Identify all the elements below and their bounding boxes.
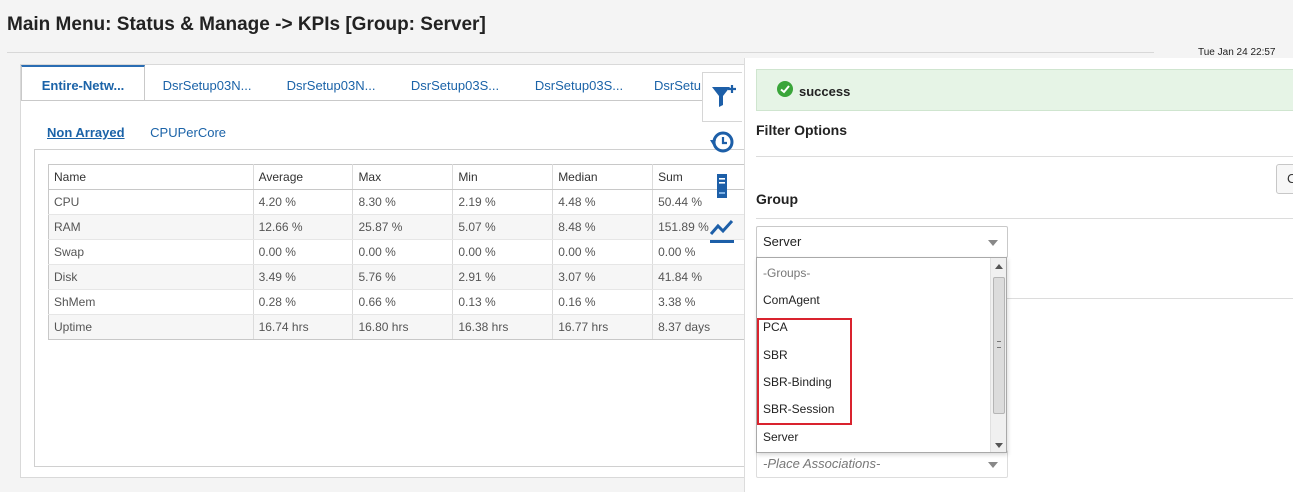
table-cell: CPU bbox=[48, 189, 254, 215]
table-cell: Uptime bbox=[48, 314, 254, 340]
highlight-box bbox=[757, 318, 852, 425]
table-cell: 5.76 % bbox=[352, 264, 454, 290]
table-cell: 8.48 % bbox=[552, 214, 654, 240]
table-row: Swap 0.00 % 0.00 % 0.00 % 0.00 % 0.00 % bbox=[48, 239, 748, 265]
scroll-up-arrow-icon[interactable] bbox=[995, 264, 1003, 269]
table-cell: 16.80 hrs bbox=[352, 314, 454, 340]
table-cell: 3.38 % bbox=[652, 289, 748, 315]
group-label: Group bbox=[756, 191, 798, 207]
column-header[interactable]: Min bbox=[452, 164, 554, 190]
side-toolbar bbox=[700, 72, 744, 262]
column-header[interactable]: Max bbox=[352, 164, 454, 190]
tab-dsrsetup03n-2[interactable]: DsrSetup03N... bbox=[269, 65, 393, 100]
table-header-row: Name Average Max Min Median Sum bbox=[48, 164, 748, 190]
timestamp: Tue Jan 24 22:57 bbox=[1198, 47, 1276, 58]
kpi-panel: Entire-Netw... DsrSetup03N... DsrSetup03… bbox=[20, 64, 748, 478]
subtab-cpupercore[interactable]: CPUPerCore bbox=[150, 125, 226, 140]
group-select-value: Server bbox=[763, 234, 802, 249]
column-header[interactable]: Name bbox=[48, 164, 254, 190]
table-cell: 0.00 % bbox=[552, 239, 654, 265]
table-row: Uptime 16.74 hrs 16.80 hrs 16.38 hrs 16.… bbox=[48, 314, 748, 340]
table-cell: 5.07 % bbox=[452, 214, 554, 240]
panel-action-button[interactable]: C bbox=[1276, 164, 1293, 194]
kpi-table-container: Name Average Max Min Median Sum CPU 4.20… bbox=[34, 149, 748, 467]
subtabs: Non Arrayed CPUPerCore bbox=[47, 125, 248, 140]
divider bbox=[756, 156, 1293, 157]
tab-dsrsetup03s-1[interactable]: DsrSetup03S... bbox=[393, 65, 517, 100]
table-cell: 8.30 % bbox=[352, 189, 454, 215]
kpi-table: Name Average Max Min Median Sum CPU 4.20… bbox=[48, 164, 748, 340]
column-header[interactable]: Average bbox=[253, 164, 354, 190]
divider bbox=[756, 218, 1293, 219]
chevron-down-icon bbox=[988, 240, 998, 246]
trend-chart-icon[interactable] bbox=[708, 216, 736, 244]
table-cell: 4.20 % bbox=[253, 189, 354, 215]
scroll-down-arrow-icon[interactable] bbox=[995, 443, 1003, 448]
table-cell: 3.49 % bbox=[253, 264, 354, 290]
tab-dsrsetup03n-1[interactable]: DsrSetup03N... bbox=[145, 65, 269, 100]
dropdown-option-comagent[interactable]: ComAgent bbox=[763, 293, 820, 307]
success-message: success bbox=[799, 84, 851, 99]
column-header[interactable]: Median bbox=[552, 164, 654, 190]
group-select[interactable]: Server bbox=[756, 226, 1008, 258]
table-cell: 0.00 % bbox=[352, 239, 454, 265]
subtab-non-arrayed[interactable]: Non Arrayed bbox=[47, 125, 125, 140]
table-cell: 0.28 % bbox=[253, 289, 354, 315]
table-cell: 0.00 % bbox=[452, 239, 554, 265]
table-cell: 0.16 % bbox=[552, 289, 654, 315]
table-cell: 0.13 % bbox=[452, 289, 554, 315]
table-cell: Swap bbox=[48, 239, 254, 265]
table-cell: 41.84 % bbox=[652, 264, 748, 290]
table-cell: 0.66 % bbox=[352, 289, 454, 315]
table-cell: 16.74 hrs bbox=[253, 314, 354, 340]
filter-add-icon[interactable] bbox=[702, 72, 742, 122]
table-cell: 25.87 % bbox=[352, 214, 454, 240]
server-tabs: Entire-Netw... DsrSetup03N... DsrSetup03… bbox=[21, 65, 726, 101]
server-icon[interactable] bbox=[708, 172, 736, 200]
chevron-down-icon bbox=[988, 462, 998, 468]
table-row: RAM 12.66 % 25.87 % 5.07 % 8.48 % 151.89… bbox=[48, 214, 748, 240]
success-banner: success bbox=[756, 69, 1293, 111]
table-row: CPU 4.20 % 8.30 % 2.19 % 4.48 % 50.44 % bbox=[48, 189, 748, 215]
tab-dsrsetup03s-2[interactable]: DsrSetup03S... bbox=[517, 65, 641, 100]
table-cell: Disk bbox=[48, 264, 254, 290]
table-row: ShMem 0.28 % 0.66 % 0.13 % 0.16 % 3.38 % bbox=[48, 289, 748, 315]
table-row: Disk 3.49 % 5.76 % 2.91 % 3.07 % 41.84 % bbox=[48, 264, 748, 290]
place-associations-select[interactable]: -Place Associations- bbox=[756, 450, 1008, 478]
table-cell: 2.91 % bbox=[452, 264, 554, 290]
table-cell: 16.77 hrs bbox=[552, 314, 654, 340]
table-cell: ShMem bbox=[48, 289, 254, 315]
table-cell: 2.19 % bbox=[452, 189, 554, 215]
dropdown-scrollbar[interactable] bbox=[990, 258, 1006, 452]
table-cell: 16.38 hrs bbox=[452, 314, 554, 340]
tab-entire-network[interactable]: Entire-Netw... bbox=[21, 65, 145, 100]
dropdown-option-server[interactable]: Server bbox=[763, 430, 798, 444]
table-cell: 3.07 % bbox=[552, 264, 654, 290]
table-cell: RAM bbox=[48, 214, 254, 240]
title-divider bbox=[7, 52, 1154, 53]
place-associations-placeholder: -Place Associations- bbox=[763, 456, 881, 471]
table-cell: 0.00 % bbox=[253, 239, 354, 265]
filter-options-title: Filter Options bbox=[756, 122, 847, 138]
scrollbar-thumb[interactable] bbox=[993, 277, 1005, 414]
table-cell: 4.48 % bbox=[552, 189, 654, 215]
history-icon[interactable] bbox=[708, 128, 736, 156]
page-title: Main Menu: Status & Manage -> KPIs [Grou… bbox=[7, 14, 486, 35]
check-circle-icon bbox=[777, 81, 793, 97]
table-cell: 12.66 % bbox=[253, 214, 354, 240]
dropdown-option-groups-header: -Groups- bbox=[763, 266, 811, 280]
table-cell: 8.37 days bbox=[652, 314, 748, 340]
